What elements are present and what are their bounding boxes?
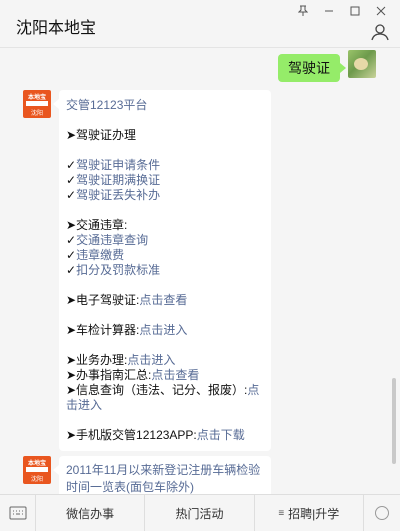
menu-item-hot-activities[interactable]: 热门活动	[145, 495, 255, 531]
bottom-menu: 微信办事 热门活动 ≡ 招聘|升学	[0, 494, 400, 531]
menu-item-label: 招聘|升学	[288, 506, 340, 521]
menu-item-label: 微信办事	[66, 506, 115, 521]
message-text: ✓	[66, 188, 77, 202]
window-controls	[290, 2, 394, 20]
message-line: ➤驾驶证办理	[66, 128, 264, 143]
message-link[interactable]: 点击查看	[151, 368, 199, 382]
chat-scrollbar[interactable]	[392, 378, 396, 464]
maximize-icon[interactable]	[342, 2, 368, 20]
menu-item-label: 热门活动	[175, 506, 224, 521]
emoji-icon[interactable]	[364, 495, 400, 531]
incoming-message-bubble[interactable]: 交管12123平台 ➤驾驶证办理 ✓驾驶证申请条件 ✓驾驶证期满换证 ✓驾驶证丢失补办 ➤…	[53, 90, 271, 451]
message-line: ✓违章缴费	[66, 248, 264, 263]
message-link[interactable]: 点击下载	[197, 428, 245, 442]
incoming-message-bubble-2[interactable]: 2011年11月以来新登记注册车辆检验时间一览表(面包车除外)	[53, 456, 271, 494]
message-link[interactable]: 交通违章查询	[76, 233, 148, 247]
message-link[interactable]: 扣分及罚款标准	[76, 263, 160, 277]
user-avatar[interactable]	[348, 50, 376, 78]
pin-icon[interactable]	[290, 2, 316, 20]
message-link[interactable]: 点击查看	[139, 293, 187, 307]
message-text: ➤办事指南汇总:	[66, 368, 152, 382]
message-text: ➤车检计算器:	[66, 323, 140, 337]
message-text: ✓	[66, 263, 77, 277]
avatar-banner	[26, 101, 48, 106]
avatar-banner	[26, 467, 48, 472]
message-line: ➤车检计算器:点击进入	[66, 323, 264, 338]
message-line: ➤交通违章:	[66, 218, 264, 233]
window-title: 沈阳本地宝	[16, 20, 97, 37]
message-link[interactable]: 驾驶证丢失补办	[76, 188, 160, 202]
title-bar: 沈阳本地宝	[0, 0, 400, 48]
account-avatar[interactable]: 本地宝 沈阳	[23, 90, 51, 118]
message-text: ➤驾驶证办理	[66, 128, 137, 142]
avatar-text-top: 本地宝	[27, 95, 46, 101]
message-text: ➤手机版交管12123APP:	[66, 428, 197, 442]
message-line: ✓交通违章查询	[66, 233, 264, 248]
message-line: ✓驾驶证丢失补办	[66, 188, 264, 203]
message-link[interactable]: 交管12123平台	[66, 98, 147, 112]
message-line: ✓扣分及罚款标准	[66, 263, 264, 278]
message-link[interactable]: 驾驶证申请条件	[76, 158, 160, 172]
message-text: ➤交通违章:	[66, 218, 128, 232]
menu-item-recruit-study[interactable]: ≡ 招聘|升学	[255, 495, 364, 531]
message-line: ✓驾驶证期满换证	[66, 173, 264, 188]
avatar-text-bottom: 沈阳	[30, 477, 43, 483]
message-link[interactable]: 驾驶证期满换证	[76, 173, 160, 187]
message-line: ➤信息查询（违法、记分、报废）:点击进入	[66, 383, 264, 413]
message-link[interactable]: 点击进入	[139, 323, 187, 337]
message-text: ✓	[66, 248, 77, 262]
message-text: ✓	[66, 233, 77, 247]
outgoing-bubble[interactable]: 驾驶证	[278, 54, 346, 82]
message-link[interactable]: 点击进入	[127, 353, 175, 367]
message-link[interactable]: 违章缴费	[76, 248, 124, 262]
submenu-icon: ≡	[278, 507, 285, 519]
message-line: ✓驾驶证申请条件	[66, 158, 264, 173]
message-text: ✓	[66, 173, 77, 187]
message-line: ➤手机版交管12123APP:点击下载	[66, 428, 264, 443]
avatar-text-bottom: 沈阳	[30, 111, 43, 117]
outgoing-message: 驾驶证	[278, 50, 376, 82]
article-link[interactable]: 2011年11月以来新登记注册车辆检验时间一览表(面包车除外)	[66, 463, 260, 494]
message-line: ➤办事指南汇总:点击查看	[66, 368, 264, 383]
account-avatar[interactable]: 本地宝 沈阳	[23, 456, 51, 484]
close-icon[interactable]	[368, 2, 394, 20]
profile-icon[interactable]	[370, 22, 390, 42]
keyboard-icon[interactable]	[0, 495, 36, 531]
minimize-icon[interactable]	[316, 2, 342, 20]
message-line: ➤电子驾驶证:点击查看	[66, 293, 264, 308]
message-text: ➤业务办理:	[66, 353, 128, 367]
message-text: ✓	[66, 158, 77, 172]
message-line: 交管12123平台	[66, 98, 264, 113]
avatar-text-top: 本地宝	[27, 461, 46, 467]
message-text: ➤信息查询（违法、记分、报废）:	[66, 383, 248, 397]
menu-item-weixin-banshi[interactable]: 微信办事	[36, 495, 146, 531]
message-line: ➤业务办理:点击进入	[66, 353, 264, 368]
message-text: ➤电子驾驶证:	[66, 293, 140, 307]
chat-area[interactable]: 驾驶证 本地宝 沈阳 交管12123平台 ➤驾驶证办理 ✓驾驶证申请条件 ✓驾驶证期满…	[0, 48, 400, 494]
